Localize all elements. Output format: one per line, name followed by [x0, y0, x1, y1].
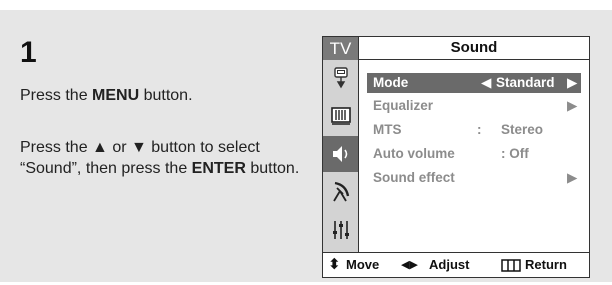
menu-row-mode[interactable]: Mode ◀ Standard ▶ [367, 73, 581, 93]
step-number: 1 [20, 36, 37, 69]
osd-sidebar-title: TV [323, 37, 358, 60]
instruction-panel: 1 Press the MENU button. Press the ▲ or … [0, 10, 612, 282]
osd-title: Sound [359, 37, 589, 60]
menu-row-equalizer[interactable]: Equalizer ▶ [367, 96, 581, 116]
equalizer-label: Equalizer [373, 98, 434, 113]
move-icon: ⬍ [328, 256, 341, 273]
mode-label: Mode [373, 75, 409, 90]
instruction-select-sound: Press the ▲ or ▼ button to select “Sound… [20, 137, 300, 179]
mts-value: Stereo [501, 122, 544, 137]
picture-icon[interactable] [323, 98, 358, 134]
osd-menu-list: Mode ◀ Standard ▶ Equalizer ▶ MTS : Ster… [359, 60, 589, 252]
adjust-icon: ◀▶ [401, 259, 418, 271]
enter-key-text: ENTER [191, 160, 246, 177]
menu-row-mts[interactable]: MTS : Stereo [367, 120, 581, 140]
sound-effect-label: Sound effect [373, 170, 455, 185]
osd-sidebar: TV [323, 37, 359, 252]
instr2-post: button. [245, 160, 300, 177]
left-arrow-icon[interactable]: ◀ [481, 73, 491, 93]
sound-icon[interactable] [323, 136, 358, 172]
instr1-pre: Press the [20, 87, 93, 104]
mts-label: MTS [373, 122, 402, 137]
menu-key-text: MENU [92, 87, 140, 104]
mts-separator: : [477, 122, 482, 137]
mode-value: Standard [496, 75, 555, 90]
tv-osd-menu: TV Sound Mode ◀ Standard ▶ Equalizer ▶ M… [322, 36, 590, 278]
return-hint: Return [525, 257, 567, 272]
right-arrow-icon: ▶ [567, 98, 578, 113]
osd-footer: ⬍ Move ◀▶ Adjust Return [323, 252, 589, 277]
menu-row-sound-effect[interactable]: Sound effect ▶ [367, 168, 581, 188]
return-icon [501, 259, 521, 272]
right-arrow-icon[interactable]: ▶ [567, 73, 577, 93]
menu-row-auto-volume[interactable]: Auto volume : Off [367, 144, 581, 164]
setup-icon[interactable] [323, 212, 358, 248]
auto-volume-value: : Off [501, 146, 529, 161]
channel-icon[interactable] [323, 174, 358, 210]
input-icon[interactable] [323, 60, 358, 96]
instruction-menu: Press the MENU button. [20, 85, 300, 106]
instr1-post: button. [139, 87, 193, 104]
move-hint: Move [346, 257, 380, 272]
adjust-hint: Adjust [429, 257, 470, 272]
auto-volume-label: Auto volume [373, 146, 455, 161]
right-arrow-icon: ▶ [567, 170, 578, 185]
